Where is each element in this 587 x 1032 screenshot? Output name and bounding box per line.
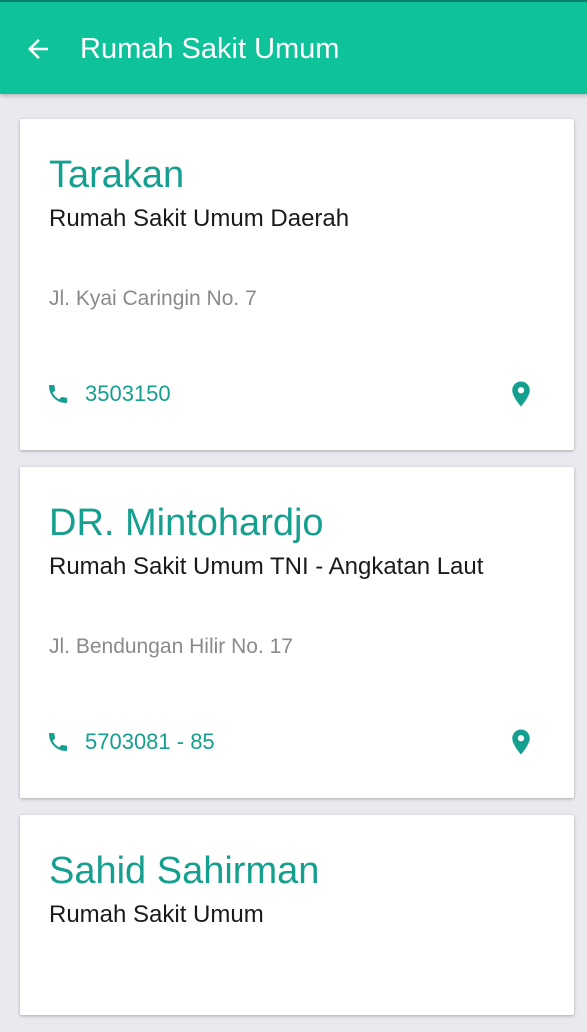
hospital-type: Rumah Sakit Umum Daerah bbox=[49, 205, 350, 232]
arrow-back-icon bbox=[28, 39, 48, 59]
hospital-type: Rumah Sakit Umum bbox=[49, 901, 264, 928]
hospital-card[interactable]: Tarakan Rumah Sakit Umum Daerah Jl. Kyai… bbox=[20, 119, 574, 450]
page-title: Rumah Sakit Umum bbox=[80, 33, 340, 65]
hospital-card[interactable]: DR. Mintohardjo Rumah Sakit Umum TNI - A… bbox=[20, 467, 574, 798]
hospital-address: Jl. Kyai Caringin No. 7 bbox=[49, 287, 257, 310]
hospital-name: Tarakan bbox=[49, 154, 185, 196]
phone-icon bbox=[46, 730, 70, 754]
map-button[interactable] bbox=[506, 376, 536, 412]
phone-link[interactable]: 3503150 bbox=[46, 379, 171, 409]
hospital-name: DR. Mintohardjo bbox=[49, 502, 324, 544]
phone-number: 5703081 - 85 bbox=[85, 729, 215, 754]
map-button[interactable] bbox=[506, 724, 536, 760]
phone-number: 3503150 bbox=[85, 381, 171, 406]
map-pin-icon bbox=[512, 381, 530, 407]
hospital-address: Jl. Bendungan Hilir No. 17 bbox=[49, 635, 293, 658]
hospital-type: Rumah Sakit Umum TNI - Angkatan Laut bbox=[49, 553, 484, 580]
back-button[interactable] bbox=[18, 29, 58, 69]
phone-icon bbox=[46, 382, 70, 406]
hospital-name: Sahid Sahirman bbox=[49, 850, 320, 892]
app-bar: Rumah Sakit Umum bbox=[0, 2, 587, 94]
map-pin-icon bbox=[512, 729, 530, 755]
phone-link[interactable]: 5703081 - 85 bbox=[46, 727, 215, 757]
hospital-card[interactable]: Sahid Sahirman Rumah Sakit Umum bbox=[20, 815, 574, 1015]
hospital-list: Tarakan Rumah Sakit Umum Daerah Jl. Kyai… bbox=[20, 119, 574, 1032]
